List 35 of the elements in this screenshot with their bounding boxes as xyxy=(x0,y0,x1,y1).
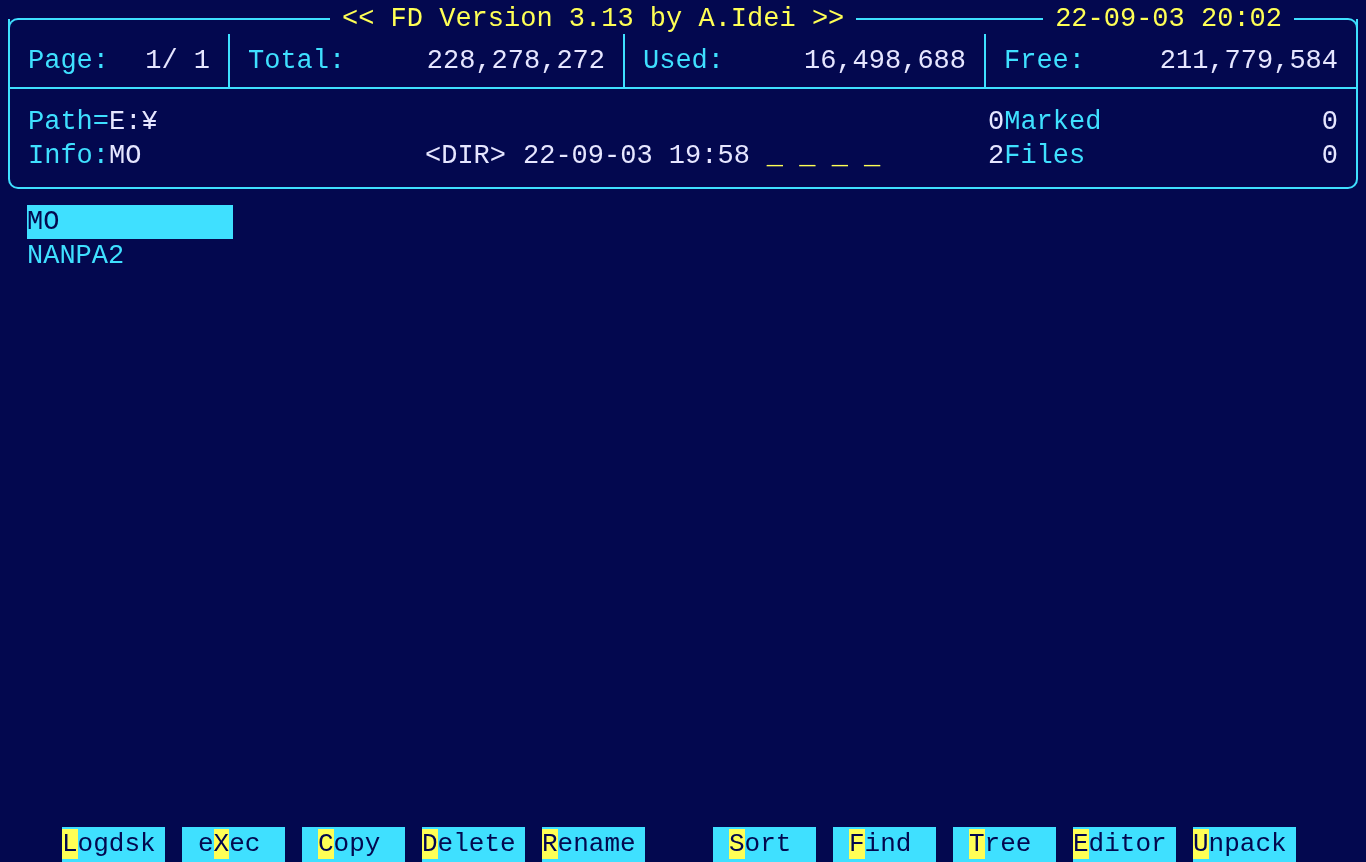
function-key-button[interactable]: Copy xyxy=(302,827,405,862)
stat-value: 16,498,688 xyxy=(803,44,966,78)
stat-label: Total: xyxy=(248,44,346,78)
stat-label: Free: xyxy=(1004,44,1085,78)
file-type: <DIR> xyxy=(425,140,506,173)
count-number: 2 xyxy=(988,140,1005,173)
function-key-button[interactable]: Unpack xyxy=(1193,827,1296,862)
path-value: E:¥ xyxy=(109,106,158,139)
date-time: 22-09-03 20:02 xyxy=(1054,3,1283,36)
stat-value: 211,779,584 xyxy=(1159,44,1338,78)
stat-label: Page: xyxy=(28,44,109,78)
count-value: 0 xyxy=(1321,106,1338,139)
function-key-button[interactable]: Sort xyxy=(713,827,816,862)
info-value: MO xyxy=(109,140,142,173)
count-label: Files xyxy=(1004,140,1086,173)
function-key-button[interactable]: Tree xyxy=(953,827,1056,862)
function-key-button[interactable]: Find xyxy=(833,827,936,862)
stat-label: Used: xyxy=(643,44,724,78)
program-title: << FD Version 3.13 by A.Idei >> xyxy=(341,3,846,36)
path-label: Path= xyxy=(28,106,109,139)
function-key-button[interactable]: Editor xyxy=(1073,827,1176,862)
file-attributes: _ _ _ _ xyxy=(766,140,881,173)
count-label: Marked xyxy=(1004,106,1102,139)
file-entry[interactable]: NANPA2 xyxy=(27,239,233,273)
function-key-button[interactable]: Rename xyxy=(542,827,645,862)
function-key-button[interactable]: Delete xyxy=(422,827,525,862)
stat-value: 1/ 1 xyxy=(145,44,210,78)
file-entry[interactable]: MO xyxy=(27,205,233,239)
info-label: Info: xyxy=(28,140,109,173)
function-key-button[interactable]: eXec xyxy=(182,827,285,862)
function-key-button[interactable]: Logdsk xyxy=(62,827,165,862)
count-number: 0 xyxy=(988,106,1005,139)
file-date: 22-09-03 19:58 xyxy=(523,140,750,173)
stat-value: 228,278,272 xyxy=(426,44,605,78)
count-value: 0 xyxy=(1321,140,1338,173)
